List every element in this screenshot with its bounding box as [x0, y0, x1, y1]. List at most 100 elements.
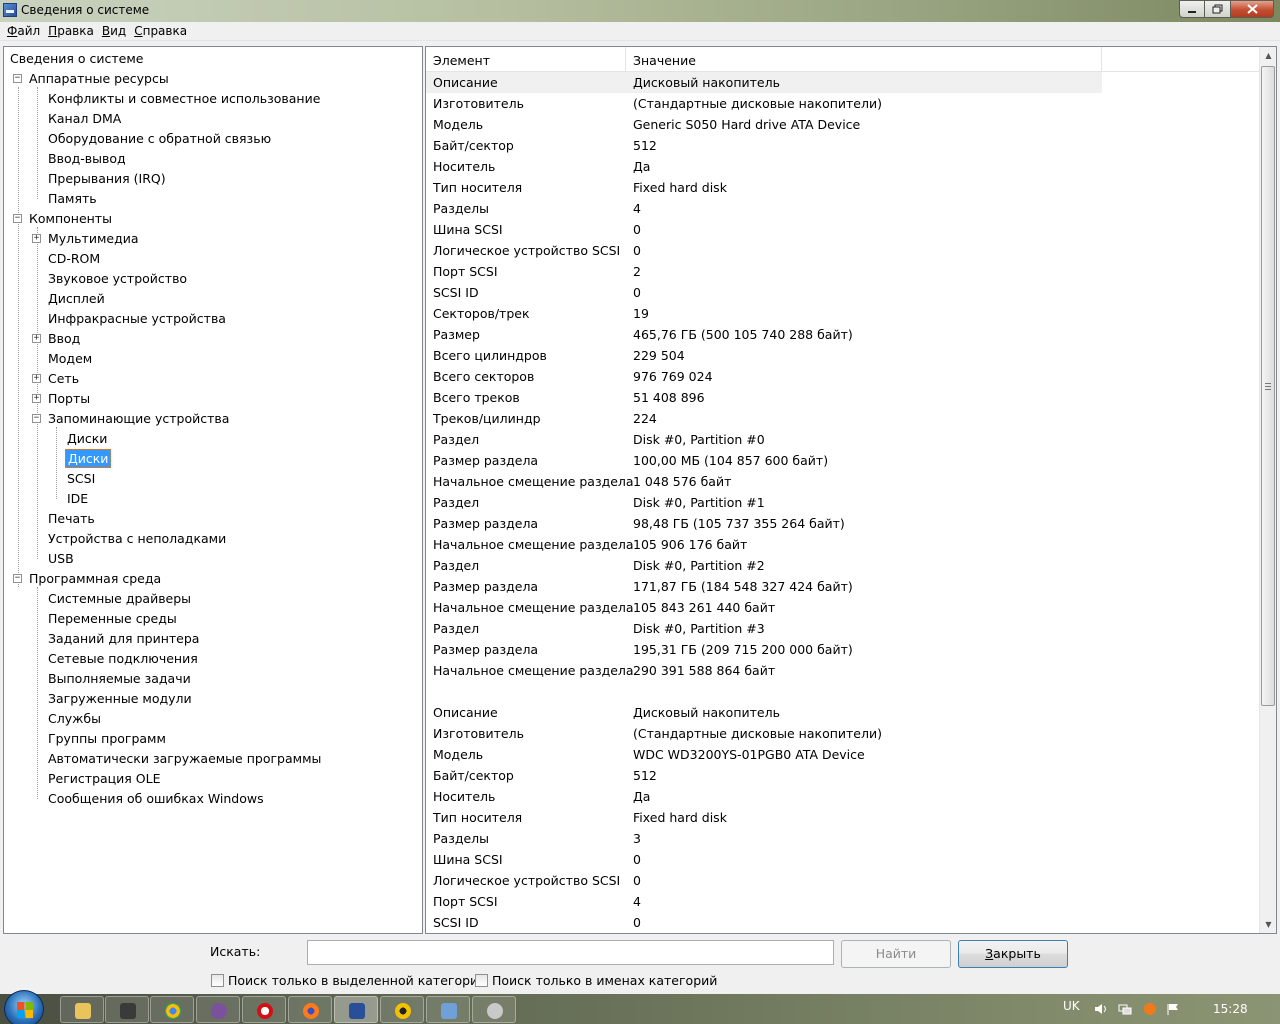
tree-item[interactable]: Регистрация OLE	[46, 769, 163, 789]
tree-item[interactable]: Память	[46, 189, 99, 209]
list-row[interactable]: Раздел Disk #0, Partition #0	[426, 429, 1260, 450]
tree-item-software[interactable]: Программная среда	[27, 569, 163, 589]
list-row[interactable]: Описание Дисковый накопитель	[426, 72, 1102, 93]
list-row[interactable]: Тип носителя Fixed hard disk	[426, 177, 1260, 198]
list-row[interactable]: Изготовитель (Стандартные дисковые накопи…	[426, 93, 1260, 114]
vertical-scrollbar[interactable]: ▲ ▼	[1259, 47, 1276, 933]
list-row[interactable]: Шина SCSI 0	[426, 849, 1260, 870]
tree-item[interactable]: Устройства с неполадками	[46, 529, 228, 549]
tree-item[interactable]: Мультимедиа	[46, 229, 141, 249]
tree-item[interactable]: Инфракрасные устройства	[46, 309, 228, 329]
list-row[interactable]: Секторов/трек 19	[426, 303, 1260, 324]
language-indicator[interactable]: UK	[1063, 999, 1080, 1013]
scroll-down-icon[interactable]: ▼	[1260, 916, 1276, 933]
search-input[interactable]	[307, 940, 834, 965]
collapse-icon[interactable]: −	[13, 74, 22, 83]
tree-item[interactable]: Конфликты и совместное использование	[46, 89, 322, 109]
list-row[interactable]: Разделы 4	[426, 198, 1260, 219]
tree-item-selected[interactable]: Диски	[65, 449, 112, 469]
menu-view[interactable]: Вид	[98, 22, 130, 41]
tree-item[interactable]: Модем	[46, 349, 94, 369]
list-row[interactable]: Размер раздела 195,31 ГБ (209 715 200 000…	[426, 639, 1260, 660]
tree-item-root[interactable]: Сведения о системе	[8, 49, 146, 69]
tree-item[interactable]: CD-ROM	[46, 249, 102, 269]
list-row[interactable]: Байт/сектор 512	[426, 135, 1260, 156]
list-row[interactable]: Раздел Disk #0, Partition #1	[426, 492, 1260, 513]
minimize-button[interactable]	[1179, 0, 1205, 18]
list-row[interactable]: Начальное смещение раздела 105 906 176 ба…	[426, 534, 1260, 555]
maximize-button[interactable]	[1205, 0, 1231, 18]
list-row[interactable]: Размер раздела 171,87 ГБ (184 548 327 424…	[426, 576, 1260, 597]
tree-item-storage[interactable]: Запоминающие устройства	[46, 409, 231, 429]
collapse-icon[interactable]: −	[32, 414, 41, 423]
find-button[interactable]: Найти	[841, 940, 951, 968]
avast-icon[interactable]	[1143, 1003, 1157, 1015]
tree-item[interactable]: Прерывания (IRQ)	[46, 169, 168, 189]
tree-item[interactable]: Звуковое устройство	[46, 269, 189, 289]
scrollbar-thumb[interactable]	[1261, 66, 1275, 706]
action-center-flag-icon[interactable]	[1166, 1003, 1180, 1015]
taskbar-explorer[interactable]	[60, 996, 104, 1023]
tree-item[interactable]: Группы программ	[46, 729, 168, 749]
tree-item[interactable]: Сообщения об ошибках Windows	[46, 789, 266, 809]
tree-item[interactable]: Загруженные модули	[46, 689, 194, 709]
tree-item[interactable]: Диски	[65, 429, 109, 449]
details-list[interactable]: Элемент Значение Описание Дисковый накопи…	[425, 46, 1277, 934]
tree-item[interactable]: Заданий для принтера	[46, 629, 201, 649]
volume-icon[interactable]	[1094, 1003, 1108, 1015]
list-row[interactable]: Логическое устройство SCSI 0	[426, 870, 1260, 891]
list-row[interactable]: Логическое устройство SCSI 0	[426, 240, 1260, 261]
close-window-button[interactable]	[1231, 0, 1274, 18]
list-row[interactable]: Модель WDC WD3200YS-01PGB0 ATA Device	[426, 744, 1260, 765]
tree-item[interactable]: Сетевые подключения	[46, 649, 200, 669]
list-row[interactable]: Разделы 3	[426, 828, 1260, 849]
category-tree[interactable]: − − + + + + − − Сведения о системе Аппар…	[3, 46, 423, 934]
menu-file[interactable]: Файл	[3, 22, 44, 41]
expand-icon[interactable]: +	[32, 394, 41, 403]
list-row[interactable]: Размер 465,76 ГБ (500 105 740 288 байт)	[426, 324, 1260, 345]
list-row[interactable]: Раздел Disk #0, Partition #3	[426, 618, 1260, 639]
list-row[interactable]: SCSI ID 0	[426, 282, 1260, 303]
tree-item-components[interactable]: Компоненты	[27, 209, 114, 229]
list-row[interactable]: Шина SCSI 0	[426, 219, 1260, 240]
list-row[interactable]: SCSI ID 0	[426, 912, 1260, 933]
tree-item-hardware[interactable]: Аппаратные ресурсы	[27, 69, 171, 89]
list-row[interactable]: Начальное смещение раздела 1 048 576 байт	[426, 471, 1260, 492]
tree-item[interactable]: Дисплей	[46, 289, 107, 309]
list-row[interactable]: Описание Дисковый накопитель	[426, 702, 1260, 723]
expand-icon[interactable]: +	[32, 334, 41, 343]
search-selected-category-checkbox[interactable]: Поиск только в выделенной категории	[211, 973, 486, 988]
list-row[interactable]: Всего цилиндров 229 504	[426, 345, 1260, 366]
tree-item[interactable]: Выполняемые задачи	[46, 669, 193, 689]
list-row[interactable]: Размер раздела 98,48 ГБ (105 737 355 264 …	[426, 513, 1260, 534]
tree-item[interactable]: Ввод	[46, 329, 82, 349]
tree-item[interactable]: Автоматически загружаемые программы	[46, 749, 323, 769]
taskbar-app[interactable]	[426, 996, 470, 1023]
search-category-names-checkbox[interactable]: Поиск только в именах категорий	[475, 973, 717, 988]
collapse-icon[interactable]: −	[13, 214, 22, 223]
list-row[interactable]: Модель Generic S050 Hard drive ATA Device	[426, 114, 1260, 135]
tree-item[interactable]: Печать	[46, 509, 97, 529]
list-row[interactable]: Порт SCSI 4	[426, 891, 1260, 912]
list-row[interactable]: Носитель Да	[426, 156, 1260, 177]
list-row[interactable]: Изготовитель (Стандартные дисковые накопи…	[426, 723, 1260, 744]
network-icon[interactable]	[1118, 1003, 1132, 1015]
tree-item[interactable]: SCSI	[65, 469, 97, 489]
menu-edit[interactable]: Правка	[44, 22, 98, 41]
list-row[interactable]: Всего секторов 976 769 024	[426, 366, 1260, 387]
menu-help[interactable]: Справка	[130, 22, 191, 41]
taskbar-opera[interactable]	[242, 996, 286, 1023]
taskbar-viber[interactable]	[196, 996, 240, 1023]
tree-item[interactable]: Порты	[46, 389, 92, 409]
list-row[interactable]: Порт SCSI 2	[426, 261, 1260, 282]
expand-icon[interactable]: +	[32, 234, 41, 243]
tree-item[interactable]: Службы	[46, 709, 103, 729]
tree-item[interactable]: Переменные среды	[46, 609, 179, 629]
list-row[interactable]: Треков/цилиндр 224	[426, 408, 1260, 429]
expand-icon[interactable]: +	[32, 374, 41, 383]
scroll-up-icon[interactable]: ▲	[1260, 47, 1276, 64]
column-header-value[interactable]: Значение	[626, 47, 1102, 72]
collapse-icon[interactable]: −	[13, 574, 22, 583]
tree-item[interactable]: Оборудование с обратной связью	[46, 129, 273, 149]
start-button[interactable]	[4, 990, 44, 1024]
